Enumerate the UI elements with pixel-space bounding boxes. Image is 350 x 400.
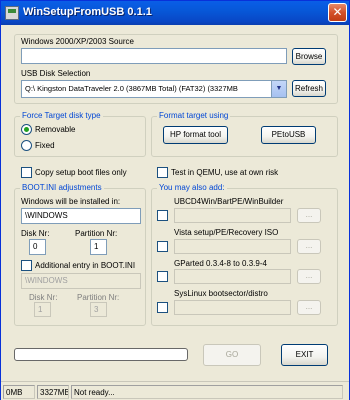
source-label: Windows 2000/XP/2003 Source <box>21 37 134 46</box>
ubcd-checkbox[interactable] <box>157 210 168 221</box>
partition2-nr-label: Partition Nr: <box>77 293 120 302</box>
petousb-button[interactable]: PEtoUSB <box>261 126 316 144</box>
syslinux-label: SysLinux bootsector/distro <box>174 289 268 298</box>
additional-entry-checkbox[interactable] <box>21 260 32 271</box>
install-location-input[interactable]: \WINDOWS <box>21 208 141 224</box>
test-qemu-checkbox[interactable] <box>157 167 168 178</box>
refresh-button[interactable]: Refresh <box>292 80 326 97</box>
syslinux-browse-button[interactable]: ... <box>297 300 321 315</box>
format-target-title: Format target using <box>157 111 231 120</box>
vista-path-input[interactable] <box>174 239 291 254</box>
syslinux-checkbox[interactable] <box>157 302 168 313</box>
removable-label[interactable]: Removable <box>35 125 75 134</box>
copy-boot-checkbox[interactable] <box>21 167 32 178</box>
app-icon <box>5 6 19 20</box>
go-button[interactable]: GO <box>203 344 261 366</box>
vista-checkbox[interactable] <box>157 241 168 252</box>
usb-selection-label: USB Disk Selection <box>21 69 91 78</box>
usb-disk-selected: Q:\ Kingston DataTraveler 2.0 (3867MB To… <box>25 84 238 93</box>
partition2-nr-input[interactable]: 3 <box>90 302 107 317</box>
close-icon: ✕ <box>332 5 343 19</box>
gparted-checkbox[interactable] <box>157 271 168 282</box>
main-window: WinSetupFromUSB 0.1.1 ✕ Windows 2000/XP/… <box>0 0 350 400</box>
test-qemu-label[interactable]: Test in QEMU, use at own risk <box>171 168 278 177</box>
disk2-nr-input[interactable]: 1 <box>34 302 51 317</box>
title-bar[interactable]: WinSetupFromUSB 0.1.1 ✕ <box>1 1 349 25</box>
ubcd-label: UBCD4Win/BartPE/WinBuilder <box>174 197 284 206</box>
status-message: Not ready... <box>71 385 343 399</box>
force-target-title: Force Target disk type <box>20 111 103 120</box>
source-path-input[interactable] <box>21 48 287 64</box>
install-location-label: Windows will be installed in: <box>21 197 121 206</box>
exit-button[interactable]: EXIT <box>281 344 328 366</box>
force-target-group: Force Target disk type <box>14 111 146 157</box>
syslinux-path-input[interactable] <box>174 300 291 315</box>
close-button[interactable]: ✕ <box>328 3 347 22</box>
status-used-space: 0MB <box>3 385 35 399</box>
disk-nr-input[interactable]: 0 <box>29 239 46 255</box>
additional-entry-input[interactable]: \WINDOWS <box>21 273 141 289</box>
fixed-radio[interactable] <box>21 140 32 151</box>
disk2-nr-label: Disk Nr: <box>29 293 58 302</box>
usb-disk-select[interactable]: Q:\ Kingston DataTraveler 2.0 (3867MB To… <box>21 80 287 98</box>
ubcd-browse-button[interactable]: ... <box>297 208 321 223</box>
fixed-label[interactable]: Fixed <box>35 141 55 150</box>
vista-browse-button[interactable]: ... <box>297 239 321 254</box>
bootini-title: BOOT.INI adjustments <box>20 183 104 192</box>
browse-button[interactable]: Browse <box>292 48 326 65</box>
gparted-label: GParted 0.3.4-8 to 0.3.9-4 <box>174 259 267 268</box>
gparted-path-input[interactable] <box>174 269 291 284</box>
partition-nr-label: Partition Nr: <box>75 229 118 238</box>
progress-bar <box>14 348 188 361</box>
copy-boot-label[interactable]: Copy setup boot files only <box>35 168 127 177</box>
gparted-browse-button[interactable]: ... <box>297 269 321 284</box>
status-bar: 0MB 3327MB Not ready... <box>1 381 349 400</box>
removable-radio[interactable] <box>21 124 32 135</box>
vista-label: Vista setup/PE/Recovery ISO <box>174 228 279 237</box>
ubcd-path-input[interactable] <box>174 208 291 223</box>
partition-nr-input[interactable]: 1 <box>90 239 107 255</box>
also-add-title: You may also add: <box>157 183 227 192</box>
disk-nr-label: Disk Nr: <box>21 229 50 238</box>
status-free-space: 3327MB <box>37 385 69 399</box>
hp-format-tool-button[interactable]: HP format tool <box>163 126 228 144</box>
window-title: WinSetupFromUSB 0.1.1 <box>23 6 152 18</box>
additional-entry-label[interactable]: Additional entry in BOOT.INI <box>35 261 135 270</box>
chevron-down-icon[interactable]: ▼ <box>271 81 286 97</box>
